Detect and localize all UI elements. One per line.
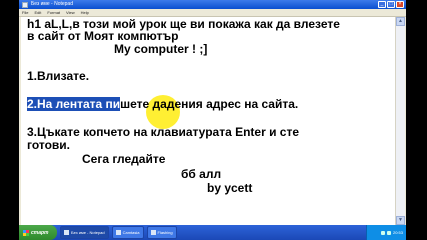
text-line-5: 2.На лентата пишете дадения адрес на сай… <box>27 97 298 111</box>
windows-logo-icon <box>23 229 29 236</box>
menu-view[interactable]: View <box>63 9 78 16</box>
start-button[interactable]: старт <box>19 225 57 240</box>
menu-bar: File Edit Format View Help <box>19 9 406 17</box>
task-flashing-label: Flashing <box>157 230 173 235</box>
notepad-task-icon <box>64 230 69 235</box>
menu-file[interactable]: File <box>19 9 31 16</box>
tray-network-icon[interactable] <box>380 230 385 235</box>
vertical-scrollbar[interactable]: ▲ ▼ <box>395 17 405 225</box>
notepad-window: Без име - Notepad _ □ × File Edit Format… <box>19 0 406 240</box>
clock: 20:53 <box>392 230 403 235</box>
camtasia-task-icon <box>115 230 121 235</box>
minimize-button[interactable]: _ <box>378 1 386 8</box>
menu-edit[interactable]: Edit <box>31 9 44 16</box>
start-label: старт <box>31 229 49 236</box>
task-camtasia[interactable]: Camtasia <box>111 226 144 239</box>
text-line-7: готови. <box>27 138 71 152</box>
window-title: Без име - Notepad <box>31 1 73 7</box>
flashing-task-icon <box>150 230 156 235</box>
text-line-10: by ycett <box>207 181 253 195</box>
task-notepad-label: Без име - Notepad <box>71 230 105 235</box>
system-tray: 20:53 <box>366 225 406 240</box>
maximize-button[interactable]: □ <box>387 1 395 8</box>
selected-text: 2.На лентата пи <box>27 97 121 111</box>
tray-volume-icon[interactable] <box>386 230 391 235</box>
notepad-icon <box>22 1 28 8</box>
scroll-up-icon[interactable]: ▲ <box>396 17 405 26</box>
text-editor[interactable]: h1 aL,L,в този мой урок ще ви покажа как… <box>21 17 395 225</box>
menu-format[interactable]: Format <box>44 9 63 16</box>
text-line-3: My computer ! ;] <box>114 42 208 56</box>
text-line-4: 1.Влизате. <box>27 69 90 83</box>
title-bar[interactable]: Без име - Notepad _ □ × <box>19 0 406 9</box>
text-line-5-rest: шете дадения адрес на сайта. <box>120 97 299 111</box>
task-flashing[interactable]: Flashing <box>146 226 177 239</box>
close-button[interactable]: × <box>396 1 404 8</box>
taskbar: старт Без име - Notepad Camtasia Flashin… <box>19 225 406 240</box>
text-line-9: бб алл <box>181 167 222 181</box>
text-line-2: в сайт от Моят компютър <box>27 29 179 43</box>
scroll-down-icon[interactable]: ▼ <box>396 216 405 225</box>
task-camtasia-label: Camtasia <box>122 230 140 235</box>
menu-help[interactable]: Help <box>78 9 92 16</box>
text-line-8: Сега гледайте <box>82 152 166 166</box>
task-notepad[interactable]: Без име - Notepad <box>60 226 109 239</box>
text-line-6: 3.Цъкате копчето на клавиатурата Enter и… <box>27 125 300 139</box>
